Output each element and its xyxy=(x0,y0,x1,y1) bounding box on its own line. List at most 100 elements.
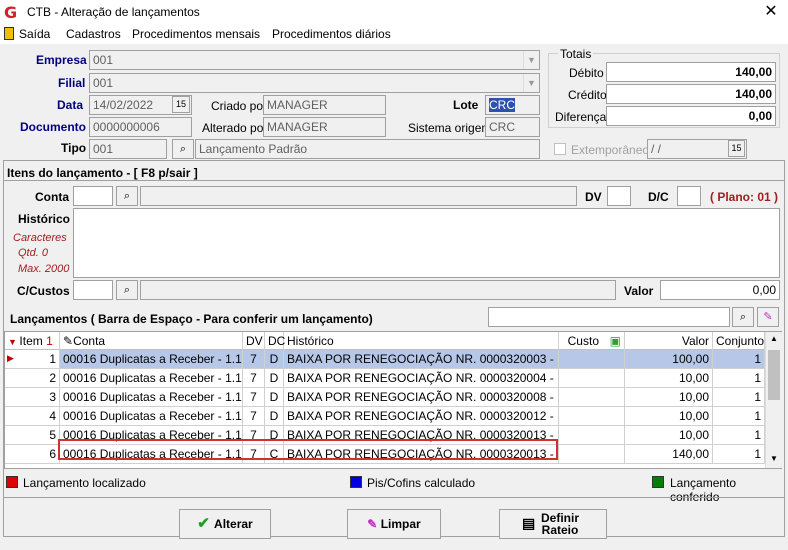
lancamentos-search[interactable] xyxy=(488,307,730,327)
chevron-down-icon[interactable]: ▼ xyxy=(523,74,539,92)
conta-label: Conta xyxy=(35,190,69,204)
table-cell xyxy=(559,407,625,426)
chevron-down-icon[interactable]: ▼ xyxy=(770,454,778,463)
extemporaneo-value: / / xyxy=(651,142,662,156)
menu-cadastros[interactable]: Cadastros xyxy=(66,27,121,41)
app-logo-icon: G xyxy=(4,3,18,22)
table-cell: 7 xyxy=(243,407,265,426)
legend-localizado-swatch xyxy=(6,476,18,488)
table-cell: BAIXA POR RENEGOCIAÇÃO NR. 0000320004 - … xyxy=(284,369,559,388)
sistema-value: CRC xyxy=(489,120,515,134)
document-icon: ▤ xyxy=(522,515,536,531)
check-icon: ✔ xyxy=(197,515,215,532)
filial-select[interactable]: 001 xyxy=(89,73,540,93)
exit-icon xyxy=(4,27,14,40)
documento-field[interactable]: 0000000006 xyxy=(89,117,192,137)
empresa-select[interactable]: 001 xyxy=(89,50,540,70)
table-cell: 140,00 xyxy=(625,445,713,464)
col-item-header[interactable]: ▼ Item 1 xyxy=(5,332,60,350)
table-row[interactable]: 3 00016 Duplicatas a Receber - 1.1.... 7 D B… xyxy=(5,388,765,407)
scrollbar-thumb[interactable] xyxy=(768,350,780,400)
table-cell: 00016 Duplicatas a Receber - 1.1.... xyxy=(60,369,243,388)
col-custo-header[interactable]: Custo ▣ xyxy=(559,332,625,350)
table-cell: BAIXA POR RENEGOCIAÇÃO NR. 0000320012 - … xyxy=(284,407,559,426)
legend-pis-label: Pis/Cofins calculado xyxy=(367,476,476,490)
historico-label: Histórico xyxy=(18,212,71,226)
documento-value: 0000000006 xyxy=(93,120,160,134)
current-row-icon: ▶ xyxy=(7,353,14,363)
diferenca-label: Diferença xyxy=(555,110,607,124)
binoculars-icon[interactable]: ⌕ xyxy=(116,186,138,206)
legend-conferido-swatch xyxy=(652,476,664,488)
divider xyxy=(4,180,784,181)
sistema-label: Sistema origem xyxy=(408,121,492,135)
search-icon[interactable]: ⌕ xyxy=(732,307,754,327)
debito-field: 140,00 xyxy=(606,62,776,82)
table-cell: D xyxy=(265,369,284,388)
empresa-value: 001 xyxy=(93,53,114,67)
table-cell xyxy=(559,369,625,388)
tipo-desc: Lançamento Padrão xyxy=(195,139,540,159)
col-conjunto-header[interactable]: Conjunto xyxy=(713,332,765,350)
valor-input[interactable]: 0,00 xyxy=(660,280,780,300)
col-valor-header[interactable]: Valor xyxy=(625,332,713,350)
calendar-icon[interactable]: 15 xyxy=(172,96,190,113)
table-cell: 2 xyxy=(5,369,60,388)
vertical-scrollbar[interactable]: ▲ ▼ xyxy=(765,332,782,468)
conta-input[interactable] xyxy=(73,186,113,206)
dv-input[interactable] xyxy=(607,186,631,206)
legend-conferido-label: Lançamento conferido xyxy=(670,476,737,504)
menu-bar: Saída Cadastros Procedimentos mensais Pr… xyxy=(0,24,788,44)
ccustos-input[interactable] xyxy=(73,280,113,300)
tipo-desc-value: Lançamento Padrão xyxy=(199,142,308,156)
alterado-label: Alterado por xyxy=(202,121,268,135)
table-cell: D xyxy=(265,388,284,407)
table-row[interactable]: 4 00016 Duplicatas a Receber - 1.1.... 7 D B… xyxy=(5,407,765,426)
qtd-label: Qtd. 0 xyxy=(18,247,48,259)
table-cell: 10,00 xyxy=(625,369,713,388)
col-dv-header[interactable]: DV xyxy=(243,332,265,350)
col-dc-header[interactable]: DC xyxy=(265,332,285,350)
table-row[interactable]: 2 00016 Duplicatas a Receber - 1.1.... 7 D B… xyxy=(5,369,765,388)
menu-procedimentos-diarios[interactable]: Procedimentos diários xyxy=(272,27,391,41)
col-conta-header[interactable]: ✎Conta xyxy=(60,332,243,350)
dc-input[interactable] xyxy=(677,186,701,206)
grid-header: ▼ Item 1 ✎Conta DV DC Histórico Custo ▣ V… xyxy=(5,332,765,350)
historico-textarea[interactable] xyxy=(73,208,780,278)
divider xyxy=(3,497,785,498)
table-cell: BAIXA POR RENEGOCIAÇÃO NR. 0000320003 - … xyxy=(284,350,559,369)
table-cell: BAIXA POR RENEGOCIAÇÃO NR. 0000320008 - … xyxy=(284,388,559,407)
lancamentos-label: Lançamentos ( Barra de Espaço - Para con… xyxy=(10,312,373,326)
extemporaneo-checkbox[interactable] xyxy=(554,143,566,155)
extemporaneo-label: Extemporâneo xyxy=(571,143,650,157)
alterar-button[interactable]: ✔ Alterar xyxy=(179,509,271,539)
chevron-down-icon[interactable]: ▼ xyxy=(523,51,539,69)
chevron-up-icon[interactable]: ▲ xyxy=(770,334,778,343)
table-cell: 7 xyxy=(243,369,265,388)
tipo-field[interactable]: 001 xyxy=(89,139,167,159)
credito-field: 140,00 xyxy=(606,84,776,104)
diferenca-field: 0,00 xyxy=(606,106,776,126)
table-row[interactable]: 1 00016 Duplicatas a Receber - 1.1.... 7 D B… xyxy=(5,350,765,369)
col-historico-header[interactable]: Histórico xyxy=(284,332,559,350)
plano-label: ( Plano: 01 ) xyxy=(710,190,779,204)
money-icon: ▣ xyxy=(609,334,621,348)
close-icon[interactable]: ✕ xyxy=(760,2,782,22)
edit-icon: ✎ xyxy=(63,334,74,348)
binoculars-icon[interactable]: ⌕ xyxy=(116,280,138,300)
table-cell xyxy=(559,388,625,407)
credito-label: Crédito xyxy=(568,88,607,102)
table-cell: 100,00 xyxy=(625,350,713,369)
legend-pis-swatch xyxy=(350,476,362,488)
eraser-icon[interactable]: ✎ xyxy=(757,307,779,327)
table-cell: 10,00 xyxy=(625,388,713,407)
table-cell: 1 xyxy=(713,445,765,464)
menu-saida[interactable]: Saída xyxy=(19,27,50,41)
menu-procedimentos-mensais[interactable]: Procedimentos mensais xyxy=(132,27,260,41)
binoculars-icon[interactable]: ⌕ xyxy=(172,139,194,159)
limpar-button[interactable]: ✎ Limpar xyxy=(347,509,441,539)
legend-localizado-label: Lançamento localizado xyxy=(23,476,146,490)
criado-label: Criado por xyxy=(211,99,268,113)
lote-field: CRC xyxy=(485,95,540,115)
definir-rateio-button[interactable]: ▤ Definir Rateio xyxy=(499,509,607,539)
